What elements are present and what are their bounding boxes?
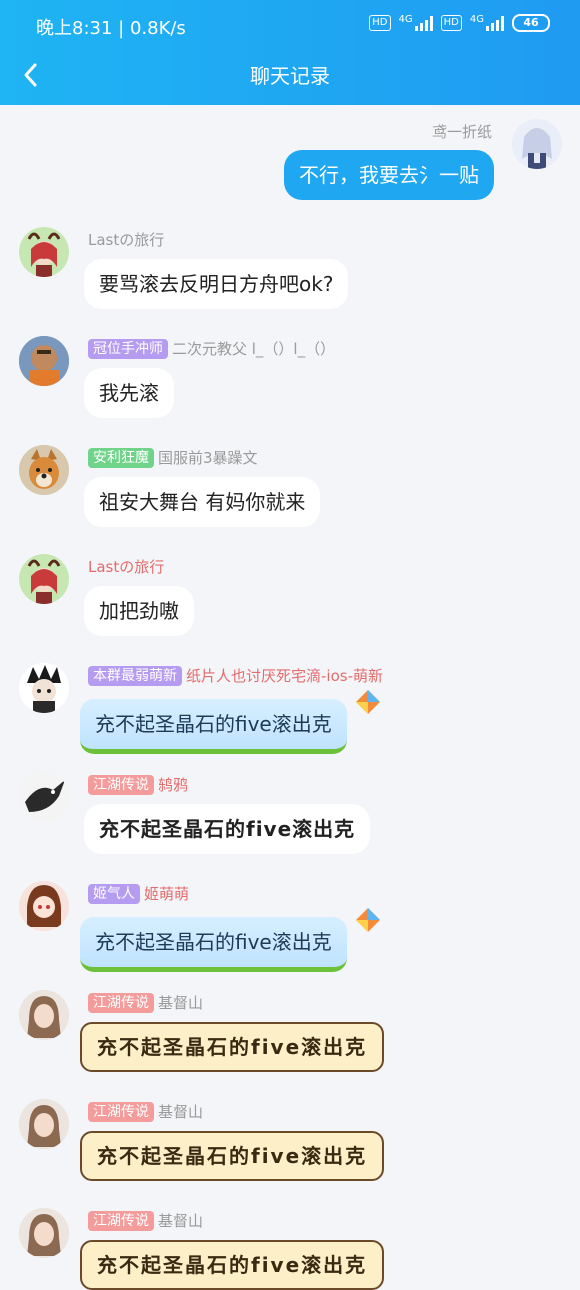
network-type-2: 4G (469, 13, 484, 25)
member-title-badge: 江湖传说 (88, 774, 154, 795)
signal-icon-2 (486, 15, 504, 31)
member-title-badge: 安利狂魔 (88, 447, 154, 468)
member-title-badge: 本群最弱萌新 (88, 665, 182, 686)
kite-icon (356, 690, 380, 714)
sender-meta: 安利狂魔 国服前3暴躁文 (88, 447, 258, 468)
hd-icon: HD (369, 15, 391, 31)
avatar[interactable] (19, 1208, 69, 1258)
sender-name: 纸片人也讨厌死宅滴-ios-萌新 (186, 667, 383, 685)
clock-text: 晚上8:31 (36, 18, 113, 39)
message-bubble[interactable]: 充不起圣晶石的five滚出克 (80, 1240, 385, 1290)
status-icons: HD 4G HD 4G 46 (369, 14, 550, 32)
sender-name: Lastの旅行 (88, 231, 165, 249)
message-bubble[interactable]: 充不起圣晶石的five滚出克 (84, 804, 371, 854)
avatar[interactable] (19, 990, 69, 1040)
sender-meta: 江湖传说 鸫鸦 (88, 774, 188, 795)
network-type-1: 4G (398, 13, 413, 25)
sender-meta: 江湖传说 基督山 (88, 1210, 203, 1231)
message-bubble[interactable]: 加把劲嗷 (84, 586, 194, 636)
network-speed: 0.8K/s (129, 18, 186, 39)
status-time: 晚上8:31 | 0.8K/s (36, 14, 186, 40)
page-title: 聊天记录 (250, 64, 330, 88)
message-bubble[interactable]: 充不起圣晶石的five滚出克 (80, 699, 347, 754)
chat-history[interactable]: 鸢一折纸 不行，我要去氵一贴 Lastの旅行 要骂滚去反明日方舟吧ok? 冠位手… (0, 105, 580, 1290)
sender-name: 基督山 (158, 1212, 204, 1230)
hd-icon-2: HD (440, 15, 462, 31)
avatar[interactable] (19, 445, 69, 495)
message-bubble[interactable]: 充不起圣晶石的five滚出克 (80, 1131, 385, 1181)
sender-meta: 江湖传说 基督山 (88, 1101, 203, 1122)
avatar[interactable] (19, 772, 69, 822)
member-title-badge: 江湖传说 (88, 1210, 154, 1231)
message-bubble[interactable]: 祖安大舞台 有妈你就来 (84, 477, 321, 527)
message-bubble[interactable]: 我先滚 (84, 368, 174, 418)
avatar[interactable] (19, 227, 69, 277)
message-bubble[interactable]: 充不起圣晶石的five滚出克 (80, 917, 347, 972)
sender-name: 基督山 (158, 1103, 204, 1121)
sender-name: 姬萌萌 (144, 885, 190, 903)
avatar[interactable] (19, 336, 69, 386)
sender-meta: 姬气人 姬萌萌 (88, 883, 189, 904)
nav-bar: 聊天记录 (0, 50, 580, 105)
sender-name: 鸢一折纸 (431, 123, 492, 141)
member-title-badge: 江湖传说 (88, 992, 154, 1013)
sender-name: Lastの旅行 (88, 558, 165, 576)
message-bubble[interactable]: 充不起圣晶石的five滚出克 (80, 1022, 385, 1072)
message-bubble[interactable]: 要骂滚去反明日方舟吧ok? (84, 259, 349, 309)
signal-icon (414, 15, 433, 31)
sender-name: 基督山 (158, 994, 204, 1012)
avatar[interactable] (19, 881, 69, 931)
sender-meta: 江湖传说 基督山 (88, 992, 203, 1013)
sender-name: 国服前3暴躁文 (158, 449, 258, 467)
kite-icon (356, 908, 380, 932)
member-title-badge: 姬气人 (88, 883, 140, 904)
avatar[interactable] (19, 663, 69, 713)
sender-meta: 本群最弱萌新 纸片人也讨厌死宅滴-ios-萌新 (88, 665, 383, 686)
sender-name: 二次元教父 l_（）l_（） (172, 340, 336, 358)
message-bubble[interactable]: 不行，我要去氵一贴 (284, 150, 494, 200)
avatar[interactable] (19, 554, 69, 604)
avatar[interactable] (19, 1099, 69, 1149)
status-bar: 晚上8:31 | 0.8K/s HD 4G HD 4G 46 (0, 0, 580, 50)
member-title-badge: 江湖传说 (88, 1101, 154, 1122)
sender-meta: 冠位手冲师 二次元教父 l_（）l_（） (88, 338, 335, 359)
battery-icon: 46 (512, 14, 550, 32)
avatar[interactable] (512, 119, 562, 169)
sender-name: 鸫鸦 (158, 776, 189, 794)
member-title-badge: 冠位手冲师 (88, 338, 168, 359)
status-separator: | (112, 18, 130, 39)
